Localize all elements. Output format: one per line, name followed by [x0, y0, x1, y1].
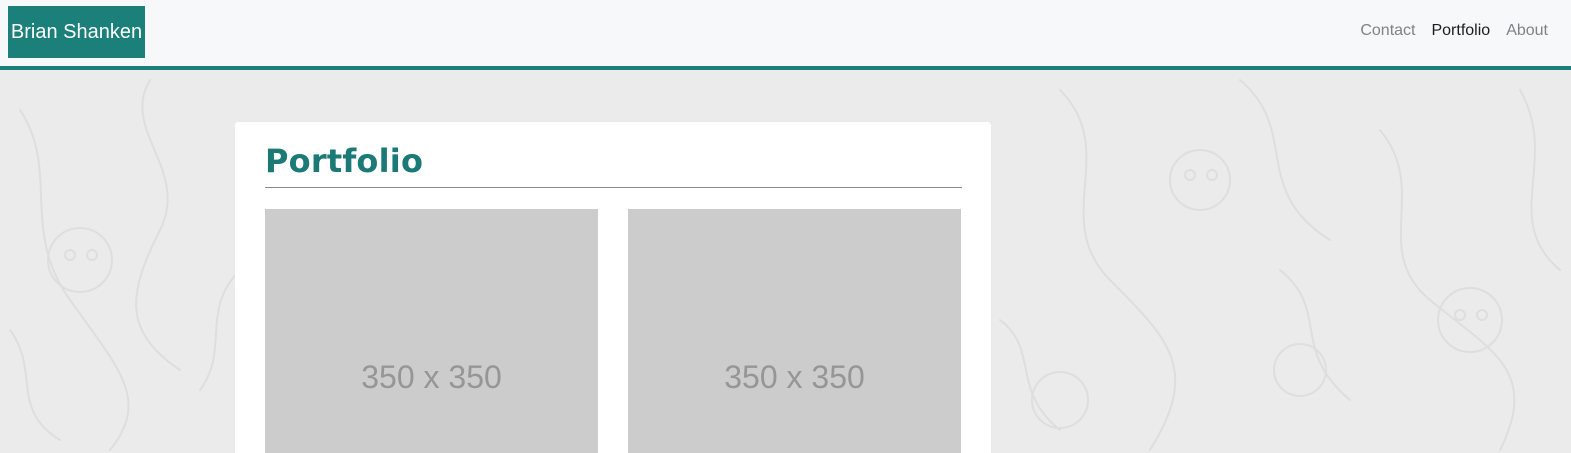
page-title: Portfolio — [265, 142, 424, 180]
top-navbar: Brian Shanken Contact Portfolio About — [0, 0, 1571, 70]
portfolio-placeholder-image[interactable]: 350 x 350 — [628, 209, 961, 453]
title-divider — [265, 187, 962, 188]
nav-link-portfolio[interactable]: Portfolio — [1431, 22, 1490, 40]
nav-link-about[interactable]: About — [1506, 22, 1548, 40]
brand-logo[interactable]: Brian Shanken — [8, 6, 145, 58]
nav-link-contact[interactable]: Contact — [1360, 22, 1415, 40]
main-nav: Contact Portfolio About — [1360, 22, 1548, 40]
portfolio-card: Portfolio 350 x 350 350 x 350 — [235, 122, 991, 453]
portfolio-placeholder-image[interactable]: 350 x 350 — [265, 209, 598, 453]
